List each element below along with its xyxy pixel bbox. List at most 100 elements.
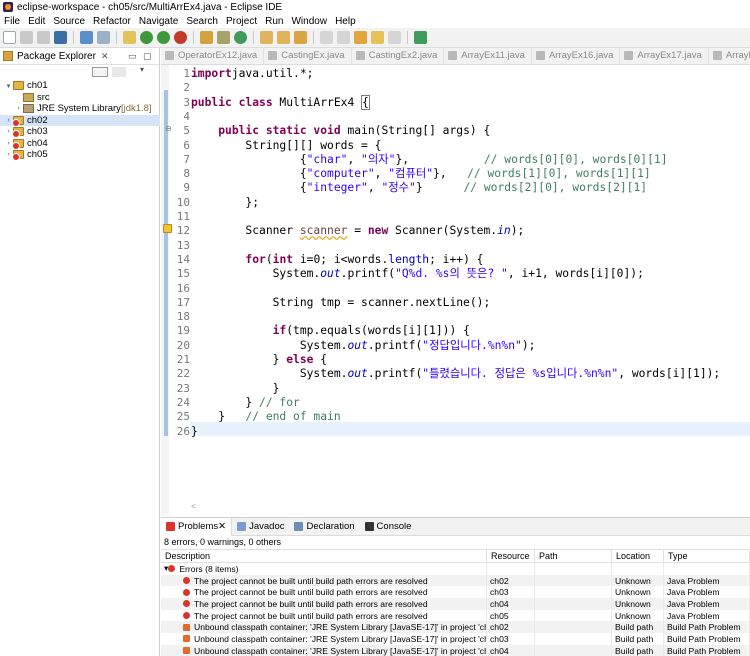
code-text: System. <box>191 367 348 381</box>
tree-item-jre-system-library[interactable]: › JRE System Library [jdk1.8] <box>0 103 160 115</box>
skip-breakpoints-icon[interactable] <box>80 31 93 44</box>
tab-problems[interactable]: Problems ✕ <box>161 517 233 536</box>
java-editor[interactable]: 1 2 3 4 5 ⊖ 6 7 8 9 10 11 12 13 14 15 16 17 18 19 20 21 22 23 24… <box>161 65 750 515</box>
menu-project[interactable]: Project <box>226 16 257 27</box>
problem-resource: ch02 <box>487 574 535 587</box>
column-header-path[interactable]: Path <box>535 550 612 562</box>
problem-row[interactable]: The project cannot be built until build … <box>161 586 750 599</box>
next-annotation-icon[interactable] <box>320 31 333 44</box>
pin-editor-icon[interactable] <box>414 31 427 44</box>
forward-icon[interactable] <box>388 31 401 44</box>
menu-run[interactable]: Run <box>265 16 283 27</box>
build-icon[interactable] <box>123 31 136 44</box>
external-tools-icon[interactable] <box>174 31 187 44</box>
close-icon[interactable]: ✕ <box>101 51 109 62</box>
search-icon[interactable] <box>277 31 290 44</box>
console-icon <box>364 522 374 531</box>
problem-row[interactable]: Unbound classpath container: 'JRE System… <box>161 644 750 656</box>
open-type-icon[interactable] <box>260 31 273 44</box>
new-icon[interactable] <box>3 31 16 44</box>
last-edit-icon[interactable] <box>354 31 367 44</box>
editor-tab[interactable]: ArrayEx18.java <box>709 47 750 64</box>
problem-row[interactable]: The project cannot be built until build … <box>161 609 750 622</box>
view-menu-icon[interactable]: ▾ <box>140 65 144 74</box>
error-icon <box>183 577 190 585</box>
editor-tab[interactable]: ArrayEx11.java <box>444 47 532 64</box>
save-icon[interactable] <box>20 31 33 44</box>
column-header-resource[interactable]: Resource <box>487 550 535 562</box>
chevron-icon[interactable]: › <box>14 105 23 112</box>
editor-tab[interactable]: ArrayEx17.java <box>620 47 709 64</box>
run-icon[interactable] <box>140 31 153 44</box>
problem-description: Unbound classpath container: 'JRE System… <box>161 644 487 656</box>
code-line: } <box>191 382 280 396</box>
tab-console[interactable]: Console <box>360 518 417 536</box>
close-icon[interactable]: ✕ <box>218 521 226 532</box>
tab-declaration[interactable]: Declaration <box>289 518 359 536</box>
editor-tab[interactable]: CastingEx2.java <box>352 47 445 64</box>
tree-item-suffix: [jdk1.8] <box>120 103 152 115</box>
menu-bar: File Edit Source Refactor Navigate Search Proj… <box>0 14 750 28</box>
problem-row[interactable]: Unbound classpath container: 'JRE System… <box>161 633 750 645</box>
menu-navigate[interactable]: Navigate <box>139 16 178 27</box>
problem-row[interactable]: The project cannot be built until build … <box>161 574 750 587</box>
problem-row[interactable]: The project cannot be built until build … <box>161 598 750 610</box>
main-toolbar <box>0 28 750 48</box>
editor-tab[interactable]: ArrayEx16.java <box>532 47 621 64</box>
column-header-type[interactable]: Type <box>664 550 750 562</box>
tree-item-ch03[interactable]: › ch03 <box>0 126 160 139</box>
new-package-icon[interactable] <box>217 31 230 44</box>
tree-item-ch02[interactable]: › ch02 <box>0 114 160 127</box>
line-number: 19 <box>176 324 190 338</box>
package-explorer-title[interactable]: Package Explorer <box>17 51 96 62</box>
problem-type: Build Path Problem <box>664 633 750 645</box>
bottom-tabs: Problems ✕ Javadoc Declaration Console <box>161 517 750 536</box>
line-number: 7 <box>183 152 190 166</box>
column-header-description[interactable]: Description <box>161 550 487 562</box>
code-text: }; <box>191 195 260 209</box>
problem-row[interactable]: Unbound classpath container: 'JRE System… <box>161 621 750 634</box>
error-icon <box>183 588 190 596</box>
source-folder-icon <box>23 92 34 102</box>
static-field: in <box>497 224 511 238</box>
menu-refactor[interactable]: Refactor <box>93 16 131 27</box>
run-history-icon[interactable] <box>157 31 170 44</box>
line-number: 13 <box>176 238 190 252</box>
collapse-all-icon[interactable] <box>92 67 108 77</box>
menu-window[interactable]: Window <box>291 16 327 27</box>
minimize-icon[interactable]: ▭ <box>128 51 137 62</box>
back-icon[interactable] <box>371 31 384 44</box>
problems-summary: 8 errors, 0 warnings, 0 others <box>164 537 282 547</box>
column-header-location[interactable]: Location <box>612 550 664 562</box>
tree-item-ch04[interactable]: › ch04 <box>0 138 160 150</box>
new-java-project-icon[interactable] <box>200 31 213 44</box>
tab-javadoc[interactable]: Javadoc <box>232 518 289 536</box>
chevron-icon[interactable]: ▾ <box>4 82 13 90</box>
code-line: } // end of main <box>191 410 340 424</box>
menu-edit[interactable]: Edit <box>28 16 45 27</box>
terminal-icon[interactable] <box>54 31 67 44</box>
problem-location: Unknown <box>612 574 664 587</box>
group-cell: ▾ Errors (8 items) <box>161 563 487 575</box>
debug-icon[interactable] <box>97 31 110 44</box>
fold-icon[interactable]: ⊖ <box>165 124 172 133</box>
tree-item-ch01[interactable]: ▾ ch01 <box>0 80 160 92</box>
tree-item-src[interactable]: src <box>0 92 160 104</box>
menu-help[interactable]: Help <box>335 16 356 27</box>
code-text: .printf( <box>367 367 423 381</box>
save-all-icon[interactable] <box>37 31 50 44</box>
editor-tab[interactable]: OperatorEx12.java <box>161 47 265 64</box>
pen-icon[interactable] <box>294 31 307 44</box>
problems-group-row[interactable]: ▾ Errors (8 items) <box>161 563 750 575</box>
menu-source[interactable]: Source <box>53 16 85 27</box>
editor-tab[interactable]: CastingEx.java <box>264 47 352 64</box>
menu-file[interactable]: File <box>4 16 20 27</box>
tree-item-ch05[interactable]: › ch05 <box>0 149 160 162</box>
prev-annotation-icon[interactable] <box>337 31 350 44</box>
menu-search[interactable]: Search <box>186 16 218 27</box>
maximize-icon[interactable]: ▢ <box>143 51 152 62</box>
horizontal-scrollbar[interactable]: < <box>191 502 750 513</box>
group-label: Errors (8 items) <box>179 563 239 574</box>
new-class-icon[interactable] <box>234 31 247 44</box>
link-editor-icon[interactable] <box>112 67 126 77</box>
